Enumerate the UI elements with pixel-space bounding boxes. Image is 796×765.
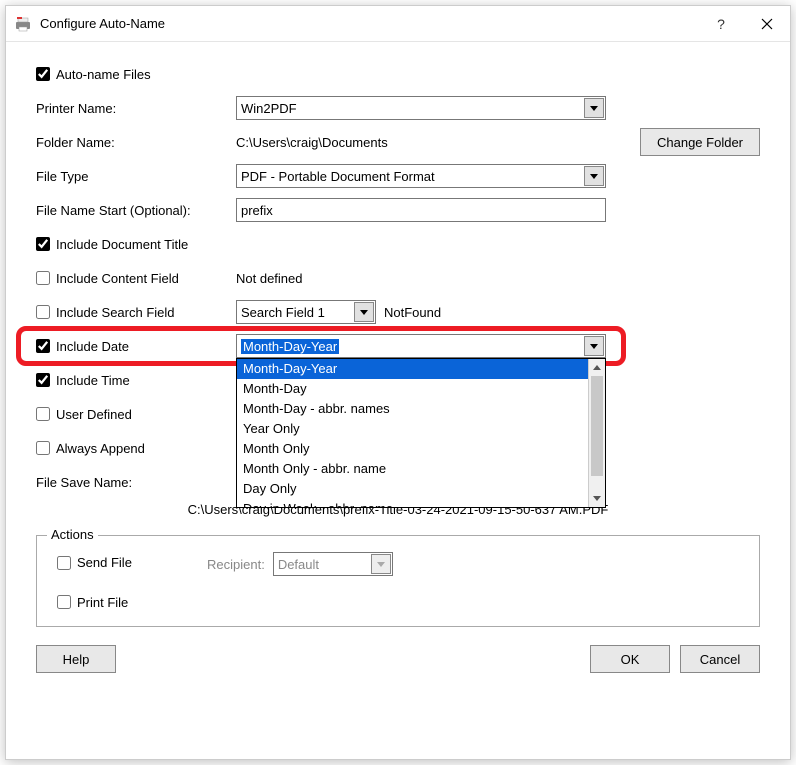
folder-path-text: C:\Users\craig\Documents xyxy=(236,135,632,150)
include-date-label: Include Date xyxy=(56,339,129,354)
help-button[interactable]: Help xyxy=(36,645,116,673)
include-content-field-input[interactable] xyxy=(36,271,50,285)
include-time-input[interactable] xyxy=(36,373,50,387)
date-option[interactable]: Month Only - abbr. name xyxy=(237,459,588,479)
include-search-field-checkbox[interactable]: Include Search Field xyxy=(36,305,175,320)
include-date-dropdown[interactable]: Month-Day-YearMonth-DayMonth-Day - abbr.… xyxy=(236,358,606,508)
include-time-checkbox[interactable]: Include Time xyxy=(36,373,130,388)
printer-name-label: Printer Name: xyxy=(36,101,116,116)
send-file-checkbox[interactable]: Send File xyxy=(57,555,132,570)
chevron-down-icon xyxy=(584,98,604,118)
date-option[interactable]: Day in Week - abbr. name xyxy=(237,499,588,507)
send-file-label: Send File xyxy=(77,555,132,570)
chevron-down-icon xyxy=(584,336,604,356)
include-time-label: Include Time xyxy=(56,373,130,388)
file-save-name-label: File Save Name: xyxy=(36,475,132,490)
close-button[interactable] xyxy=(744,6,790,42)
actions-group: Actions Send File Recipient: Default xyxy=(36,535,760,627)
autoname-files-checkbox[interactable]: Auto-name Files xyxy=(36,67,151,82)
search-field-select[interactable]: Search Field 1 xyxy=(236,300,376,324)
printer-name-select[interactable]: Win2PDF xyxy=(236,96,606,120)
printer-name-value: Win2PDF xyxy=(241,101,297,116)
file-type-select[interactable]: PDF - Portable Document Format xyxy=(236,164,606,188)
include-doc-title-label: Include Document Title xyxy=(56,237,188,252)
include-doc-title-input[interactable] xyxy=(36,237,50,251)
file-type-value: PDF - Portable Document Format xyxy=(241,169,435,184)
user-defined-input[interactable] xyxy=(36,407,50,421)
filename-start-label: File Name Start (Optional): xyxy=(36,203,191,218)
dialog-title: Configure Auto-Name xyxy=(40,16,165,31)
recipient-select: Default xyxy=(273,552,393,576)
recipient-value: Default xyxy=(278,557,319,572)
include-content-field-checkbox[interactable]: Include Content Field xyxy=(36,271,179,286)
printer-icon xyxy=(14,15,32,33)
search-field-status: NotFound xyxy=(384,305,441,320)
dialog-window: Configure Auto-Name ? Auto-name Files Pr… xyxy=(5,5,791,760)
date-option[interactable]: Month Only xyxy=(237,439,588,459)
content-field-status: Not defined xyxy=(236,271,303,286)
ok-button[interactable]: OK xyxy=(590,645,670,673)
scroll-down-icon[interactable] xyxy=(589,490,605,507)
chevron-down-icon xyxy=(584,166,604,186)
date-option[interactable]: Month-Day-Year xyxy=(237,359,588,379)
cancel-button[interactable]: Cancel xyxy=(680,645,760,673)
send-file-input[interactable] xyxy=(57,556,71,570)
always-append-label: Always Append xyxy=(56,441,145,456)
scroll-thumb[interactable] xyxy=(591,376,603,476)
filename-start-input[interactable] xyxy=(236,198,606,222)
print-file-checkbox[interactable]: Print File xyxy=(57,595,128,610)
include-date-value: Month-Day-Year xyxy=(241,339,339,354)
help-button-titlebar[interactable]: ? xyxy=(698,6,744,42)
date-option[interactable]: Month-Day - abbr. names xyxy=(237,399,588,419)
date-option[interactable]: Day Only xyxy=(237,479,588,499)
print-file-input[interactable] xyxy=(57,595,71,609)
user-defined-checkbox[interactable]: User Defined xyxy=(36,407,132,422)
always-append-input[interactable] xyxy=(36,441,50,455)
include-doc-title-checkbox[interactable]: Include Document Title xyxy=(36,237,188,252)
include-date-select[interactable]: Month-Day-Year xyxy=(236,334,606,358)
titlebar: Configure Auto-Name ? xyxy=(6,6,790,42)
change-folder-button[interactable]: Change Folder xyxy=(640,128,760,156)
scroll-up-icon[interactable] xyxy=(589,359,605,376)
chevron-down-icon xyxy=(371,554,391,574)
user-defined-label: User Defined xyxy=(56,407,132,422)
autoname-files-input[interactable] xyxy=(36,67,50,81)
include-date-checkbox[interactable]: Include Date xyxy=(36,339,129,354)
recipient-label: Recipient: xyxy=(207,557,265,572)
file-type-label: File Type xyxy=(36,169,89,184)
date-option[interactable]: Year Only xyxy=(237,419,588,439)
folder-name-label: Folder Name: xyxy=(36,135,115,150)
chevron-down-icon xyxy=(354,302,374,322)
search-field-value: Search Field 1 xyxy=(241,305,325,320)
date-option[interactable]: Month-Day xyxy=(237,379,588,399)
always-append-checkbox[interactable]: Always Append xyxy=(36,441,145,456)
include-content-field-label: Include Content Field xyxy=(56,271,179,286)
actions-legend: Actions xyxy=(47,527,98,542)
include-search-field-input[interactable] xyxy=(36,305,50,319)
dropdown-scrollbar[interactable] xyxy=(588,359,605,507)
include-search-field-label: Include Search Field xyxy=(56,305,175,320)
autoname-files-label: Auto-name Files xyxy=(56,67,151,82)
print-file-label: Print File xyxy=(77,595,128,610)
dialog-body: Auto-name Files Printer Name: Win2PDF Fo… xyxy=(6,42,790,689)
include-date-input[interactable] xyxy=(36,339,50,353)
